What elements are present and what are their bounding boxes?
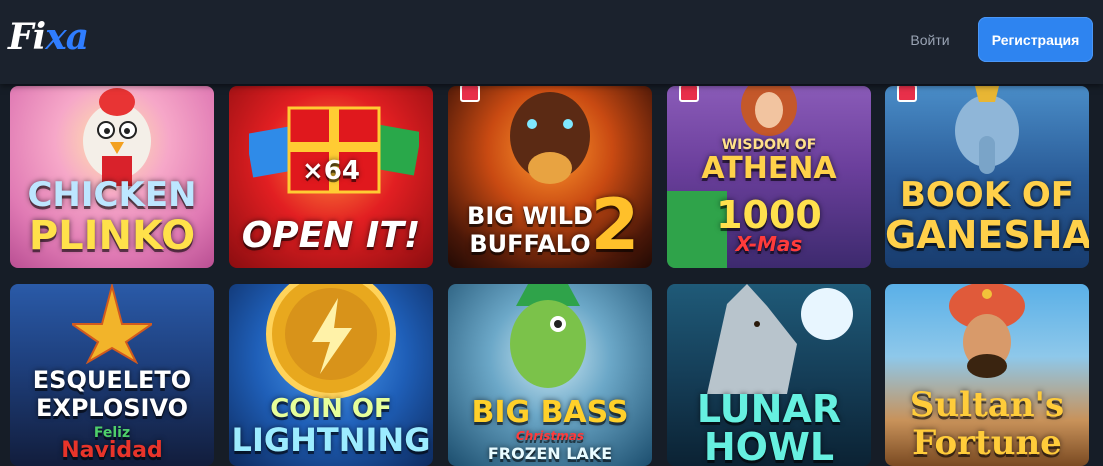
game-tile-chicken-plinko[interactable]: CHICKEN PLINKO <box>10 86 214 268</box>
game-title: OPEN IT! <box>241 215 421 256</box>
game-title: WISDOM OF <box>721 137 817 153</box>
register-button[interactable]: Регистрация <box>978 17 1093 62</box>
game-tile-esqueleto-explosivo[interactable]: ESQUELETO EXPLOSIVO Feliz Navidad <box>10 284 214 466</box>
game-title: Sultan's <box>909 385 1065 425</box>
game-title: HOWL <box>703 425 835 466</box>
game-title: GANESHA <box>885 213 1089 257</box>
game-subtitle: Navidad <box>61 438 163 463</box>
top-header: Fixa Войти Регистрация <box>0 0 1103 84</box>
game-title: CHICKEN <box>27 175 197 215</box>
coin-icon <box>266 284 396 399</box>
new-badge <box>897 86 917 102</box>
game-title: LUNAR <box>696 387 842 431</box>
game-tile-lunar-howl[interactable]: LUNAR HOWL <box>667 284 871 466</box>
fixa-logo[interactable]: Fixa <box>8 16 89 58</box>
game-title: BOOK OF <box>899 175 1075 215</box>
logo-text-main: Fi <box>8 16 46 58</box>
fish-icon <box>510 284 586 388</box>
star-icon <box>72 284 152 364</box>
sultan-portrait <box>949 284 1025 378</box>
game-tile-sultans-fortune[interactable]: Sultan's Fortune <box>885 284 1089 466</box>
game-tile-coin-of-lightning[interactable]: COIN OF LIGHTNING <box>229 284 433 466</box>
logo-text-accent: xa <box>45 16 89 58</box>
game-tile-big-wild-buffalo-2[interactable]: BIG WILD BUFFALO 2 <box>448 86 652 268</box>
game-title: COIN OF <box>270 394 392 424</box>
game-tile-book-of-ganesha[interactable]: BOOK OF GANESHA <box>885 86 1089 268</box>
new-badge <box>460 86 480 102</box>
game-tile-open-it[interactable]: ×64 OPEN IT! <box>229 86 433 268</box>
game-tile-big-bass-christmas-frozen-lake[interactable]: BIG BASS Christmas FROZEN LAKE <box>448 284 652 466</box>
buffalo-icon <box>510 92 590 184</box>
game-subtitle: FROZEN LAKE <box>487 444 613 463</box>
game-title: ESQUELETO <box>32 366 192 394</box>
game-title: 1000 <box>716 193 822 237</box>
game-title: BIG BASS <box>471 395 629 430</box>
game-title: Fortune <box>912 423 1062 463</box>
game-title: EXPLOSIVO <box>35 394 189 422</box>
wolf-moon-icon <box>707 284 853 394</box>
game-subtitle: Christmas <box>515 429 584 443</box>
game-title: PLINKO <box>28 213 196 259</box>
game-subtitle: X-Mas <box>735 232 803 256</box>
login-link[interactable]: Войти <box>896 30 964 50</box>
game-title: LIGHTNING <box>231 421 431 459</box>
game-title-number: 2 <box>590 184 640 266</box>
athena-portrait <box>741 86 797 136</box>
new-badge <box>679 86 699 102</box>
game-tile-wisdom-of-athena-1000-xmas[interactable]: WISDOM OF ATHENA 1000 X-Mas <box>667 86 871 268</box>
game-multiplier: ×64 <box>302 156 360 186</box>
game-title: ATHENA <box>701 151 837 186</box>
chicken-icon <box>83 88 151 186</box>
ganesha-icon <box>955 86 1019 174</box>
